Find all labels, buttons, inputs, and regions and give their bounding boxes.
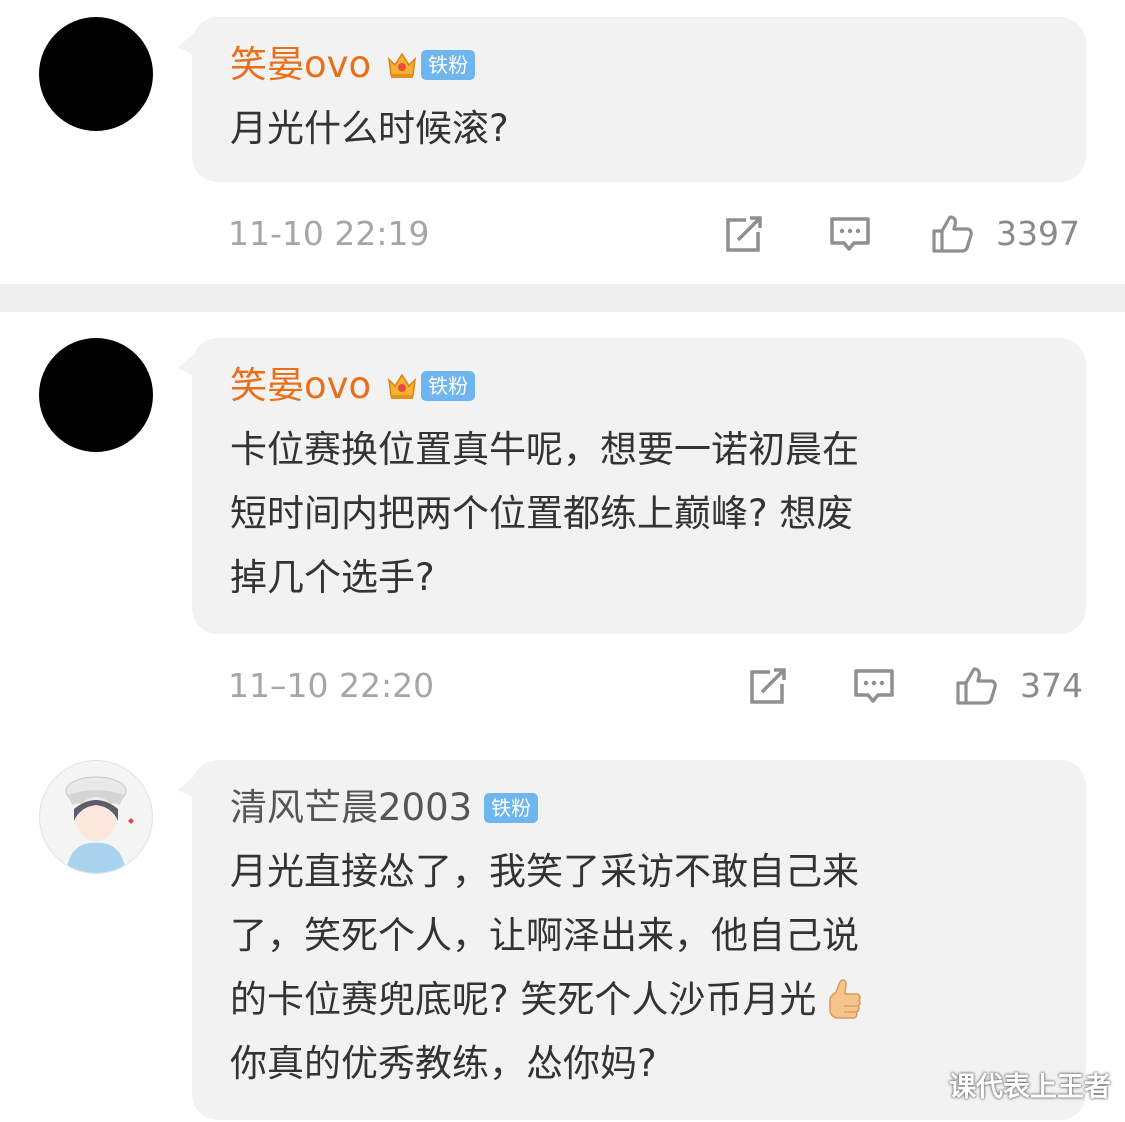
comment-line: 月光什么时候滚? [230, 107, 509, 150]
comment-text: 月光什么时候滚? [230, 97, 1086, 161]
comment-icon[interactable] [828, 213, 872, 255]
username[interactable]: 笑晏ovo [230, 39, 371, 91]
avatar[interactable] [39, 17, 153, 131]
username[interactable]: 清风芒晨2003 [230, 782, 472, 834]
comment-text: 卡位赛换位置真牛呢，想要一诺初晨在 短时间内把两个位置都练上巅峰? 想废 掉几个… [230, 418, 1086, 610]
like-icon[interactable] [930, 213, 974, 255]
crown-icon [388, 373, 417, 399]
comment-line: 你真的优秀教练，怂你妈? [230, 1042, 657, 1085]
fan-badge: 铁粉 [421, 371, 476, 401]
comment-line: 短时间内把两个位置都练上巅峰? 想废 [230, 492, 854, 535]
crown-icon [388, 52, 417, 78]
fan-badge: 铁粉 [484, 793, 539, 823]
comment-line-with-emoji: 的卡位赛兜底呢? 笑死个人沙币月光 [230, 968, 1036, 1032]
watermark: 课代表上王者 [949, 1072, 1111, 1103]
comment-meta: 11-10 22:19 3397 [0, 209, 1125, 259]
comment-bubble: 笑晏ovo 铁粉 月光什么时候滚? [178, 17, 1086, 182]
comment-meta: 11–10 22:20 374 [0, 661, 1125, 711]
comment-line: 的卡位赛兜底呢? 笑死个人沙币月光 [230, 978, 817, 1021]
avatar[interactable] [39, 338, 153, 452]
avatar-illustration [65, 776, 134, 873]
comment-line: 了，笑死个人，让啊泽出来，他自己说 [230, 914, 859, 957]
comment-line: 月光直接怂了，我笑了采访不敢自己来 [230, 850, 859, 893]
timestamp: 11–10 22:20 [228, 666, 435, 705]
timestamp: 11-10 22:19 [228, 214, 430, 253]
comment-text: 月光直接怂了，我笑了采访不敢自己来 了，笑死个人，让啊泽出来，他自己说 的卡位赛… [230, 840, 1086, 1096]
avatar[interactable] [39, 760, 153, 874]
username[interactable]: 笑晏ovo [230, 360, 371, 412]
thumbs-up-emoji [829, 978, 862, 1019]
repost-icon[interactable] [722, 213, 766, 255]
comment-bubble: 笑晏ovo 铁粉 卡位赛换位置真牛呢，想要一诺初晨在 短时间内把两个位置都练上巅… [178, 338, 1086, 634]
repost-icon[interactable] [746, 665, 790, 707]
section-divider [0, 284, 1125, 312]
like-count: 374 [1020, 666, 1083, 705]
comment-line: 掉几个选手? [230, 556, 435, 599]
like-count: 3397 [996, 214, 1080, 253]
like-icon[interactable] [954, 665, 998, 707]
comment-line: 卡位赛换位置真牛呢，想要一诺初晨在 [230, 428, 859, 471]
fan-badge: 铁粉 [421, 50, 476, 80]
comment-icon[interactable] [852, 665, 896, 707]
